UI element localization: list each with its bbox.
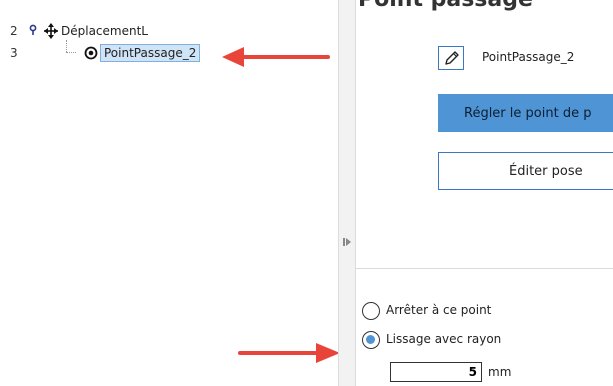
tree-item-label[interactable]: PointPassage_2 <box>100 44 201 62</box>
set-waypoint-button[interactable]: Régler le point de p <box>438 94 613 132</box>
annotation-arrow <box>238 343 340 363</box>
move-icon <box>44 23 58 44</box>
properties-pane: Point passage PointPassage_2 Régler le p… <box>356 0 613 386</box>
annotation-arrow <box>222 47 330 67</box>
line-number: 3 <box>10 46 18 60</box>
rename-button[interactable] <box>438 46 464 70</box>
line-number: 2 <box>10 24 18 38</box>
waypoint-name: PointPassage_2 <box>482 50 575 64</box>
radio-label: Lissage avec rayon <box>386 332 502 346</box>
waypoint-icon <box>84 46 98 65</box>
pane-splitter[interactable] <box>338 0 356 386</box>
program-tree-pane: 2 DéplacementL 3 PointPassage_2 <box>0 0 340 386</box>
tree-row[interactable]: 2 DéplacementL <box>0 22 338 40</box>
edit-pose-button[interactable]: Éditer pose <box>438 152 613 190</box>
radio-checked[interactable] <box>362 331 380 349</box>
pin-icon <box>28 22 38 45</box>
panel-title: Point passage <box>358 0 533 12</box>
grip-icon[interactable] <box>343 237 351 247</box>
section-divider <box>356 268 613 269</box>
blend-radius-input[interactable] <box>390 362 482 382</box>
pencil-icon <box>445 51 459 65</box>
radio-unchecked[interactable] <box>362 302 380 320</box>
tree-item-label: DéplacementL <box>61 24 148 38</box>
radius-unit: mm <box>488 365 512 379</box>
radio-label: Arrêter à ce point <box>386 303 492 317</box>
